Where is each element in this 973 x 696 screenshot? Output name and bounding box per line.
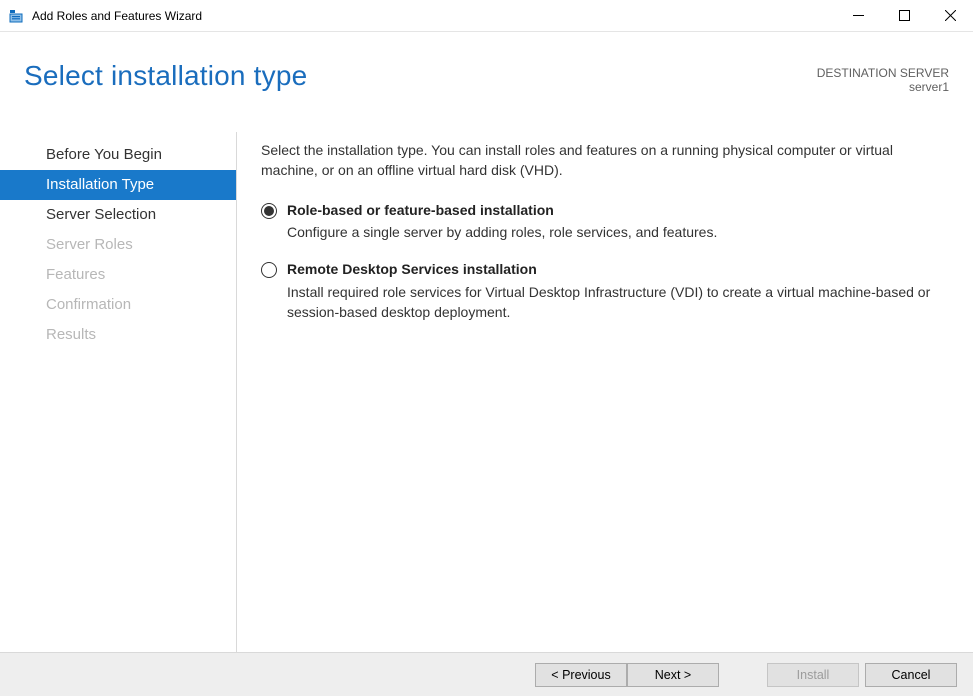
step-confirmation: Confirmation — [36, 290, 236, 320]
option-role-based-title: Role-based or feature-based installation — [287, 201, 949, 221]
next-button[interactable]: Next > — [627, 663, 719, 687]
option-role-based-desc: Configure a single server by adding role… — [287, 222, 949, 242]
maximize-button[interactable] — [881, 0, 927, 31]
page-title: Select installation type — [24, 60, 307, 92]
step-before-you-begin[interactable]: Before You Begin — [36, 140, 236, 170]
wizard-body: Before You Begin Installation Type Serve… — [0, 132, 973, 652]
install-button: Install — [767, 663, 859, 687]
step-installation-type[interactable]: Installation Type — [0, 170, 236, 200]
wizard-content: Select the installation type. You can in… — [236, 132, 973, 652]
destination-server: DESTINATION SERVER server1 — [817, 66, 949, 94]
radio-rds[interactable] — [261, 262, 277, 278]
option-role-based-text: Role-based or feature-based installation… — [287, 201, 949, 243]
step-features: Features — [36, 260, 236, 290]
titlebar-title: Add Roles and Features Wizard — [32, 9, 835, 23]
radio-role-based[interactable] — [261, 203, 277, 219]
wizard-icon — [8, 8, 24, 24]
step-server-roles: Server Roles — [36, 230, 236, 260]
option-rds-title: Remote Desktop Services installation — [287, 260, 949, 280]
option-role-based[interactable]: Role-based or feature-based installation… — [261, 201, 949, 243]
wizard-steps-sidebar: Before You Begin Installation Type Serve… — [0, 132, 236, 652]
step-results: Results — [36, 320, 236, 350]
option-rds-desc: Install required role services for Virtu… — [287, 282, 949, 323]
destination-server-name: server1 — [817, 80, 949, 94]
minimize-button[interactable] — [835, 0, 881, 31]
wizard-footer: < Previous Next > Install Cancel — [0, 652, 973, 696]
destination-server-label: DESTINATION SERVER — [817, 66, 949, 80]
header: Select installation type DESTINATION SER… — [0, 32, 973, 132]
titlebar: Add Roles and Features Wizard — [0, 0, 973, 32]
previous-button[interactable]: < Previous — [535, 663, 627, 687]
cancel-button[interactable]: Cancel — [865, 663, 957, 687]
option-rds[interactable]: Remote Desktop Services installation Ins… — [261, 260, 949, 322]
intro-text: Select the installation type. You can in… — [261, 140, 949, 181]
option-rds-text: Remote Desktop Services installation Ins… — [287, 260, 949, 322]
window-controls — [835, 0, 973, 31]
close-button[interactable] — [927, 0, 973, 31]
step-server-selection[interactable]: Server Selection — [36, 200, 236, 230]
